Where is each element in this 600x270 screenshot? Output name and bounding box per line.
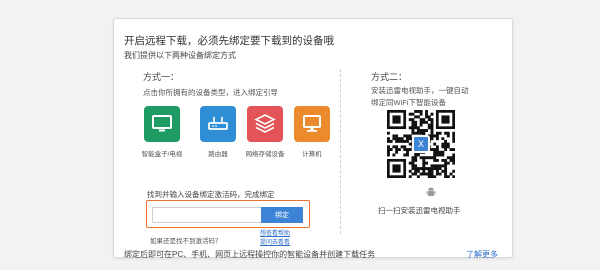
method2-description-line2: 绑定同WiFi下智能设备 <box>371 98 446 107</box>
android-icon <box>426 186 436 202</box>
device-network-storage[interactable]: 网络存储设备 <box>242 106 288 158</box>
view-help-link[interactable]: 想查看帮助 <box>260 228 290 237</box>
scan-install-text: 扫一扫安装迅雷电视助手 <box>378 206 461 215</box>
ask-question-link[interactable]: 提问去看看 <box>260 237 290 246</box>
footer-note: 绑定后即可在PC、手机、网页上远程操控你的智能设备并创建下载任务 <box>124 250 376 259</box>
qr-code: X <box>387 110 456 179</box>
method1-heading: 方式一： <box>143 72 180 82</box>
device-router[interactable]: 路由器 <box>195 106 241 158</box>
router-icon <box>200 106 236 142</box>
device-label: 计算机 <box>302 151 322 158</box>
device-computer[interactable]: 计算机 <box>289 106 335 158</box>
bind-device-dialog: 开启远程下载，必须先绑定要下载到的设备哦 我们提供以下两种设备绑定方式 方式一：… <box>113 18 513 260</box>
device-label: 路由器 <box>208 151 228 158</box>
find-code-text: 找到并输入设备绑定激活码，完成绑定 <box>147 190 275 199</box>
method1-description: 点击你所拥有的设备类型，进入绑定引导 <box>143 88 278 97</box>
bind-button[interactable]: 绑定 <box>261 207 303 223</box>
app-logo-icon: X <box>412 135 430 153</box>
method2-heading: 方式二： <box>371 72 408 82</box>
device-smart-tv[interactable]: 智能盒子/电视 <box>139 106 185 158</box>
activation-code-input[interactable] <box>152 207 261 223</box>
method2-description-line1: 安装迅雷电视助手，一键自动 <box>371 86 469 95</box>
computer-icon <box>294 106 330 142</box>
device-label: 智能盒子/电视 <box>141 151 183 158</box>
dialog-subtitle: 我们提供以下两种设备绑定方式 <box>124 51 236 60</box>
code-entry-highlight: 绑定 <box>146 200 310 228</box>
section-divider <box>340 69 341 234</box>
tv-icon <box>144 106 180 142</box>
platform-icons <box>406 186 436 202</box>
device-label: 网络存储设备 <box>245 151 285 158</box>
learn-more-link[interactable]: 了解更多 <box>466 249 498 260</box>
storage-icon <box>247 106 283 142</box>
no-code-text: 如果还是找不到激活码？ <box>150 238 222 245</box>
dialog-title: 开启远程下载，必须先绑定要下载到的设备哦 <box>124 35 334 47</box>
